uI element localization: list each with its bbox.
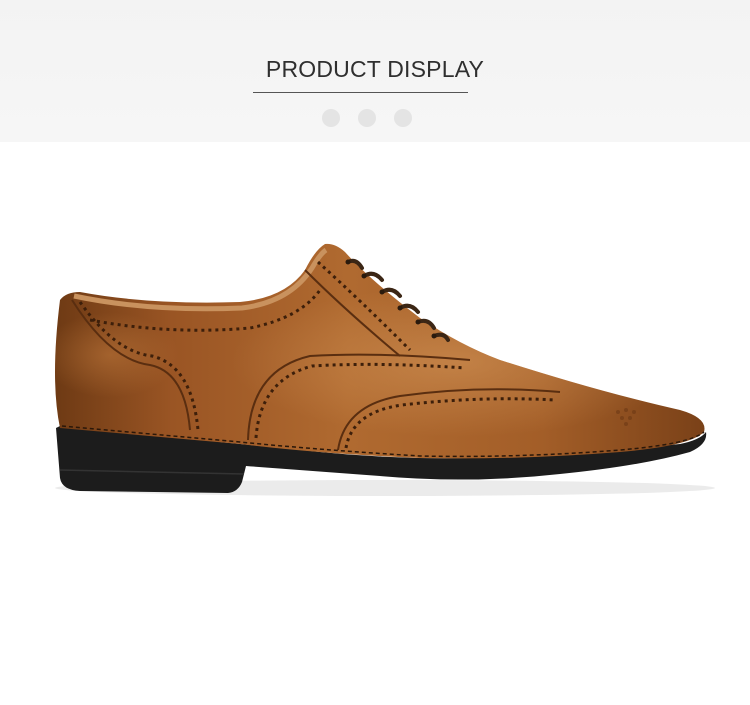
shoe-image [55,243,715,496]
product-display-page: PRODUCT DISPLAY [0,0,750,705]
